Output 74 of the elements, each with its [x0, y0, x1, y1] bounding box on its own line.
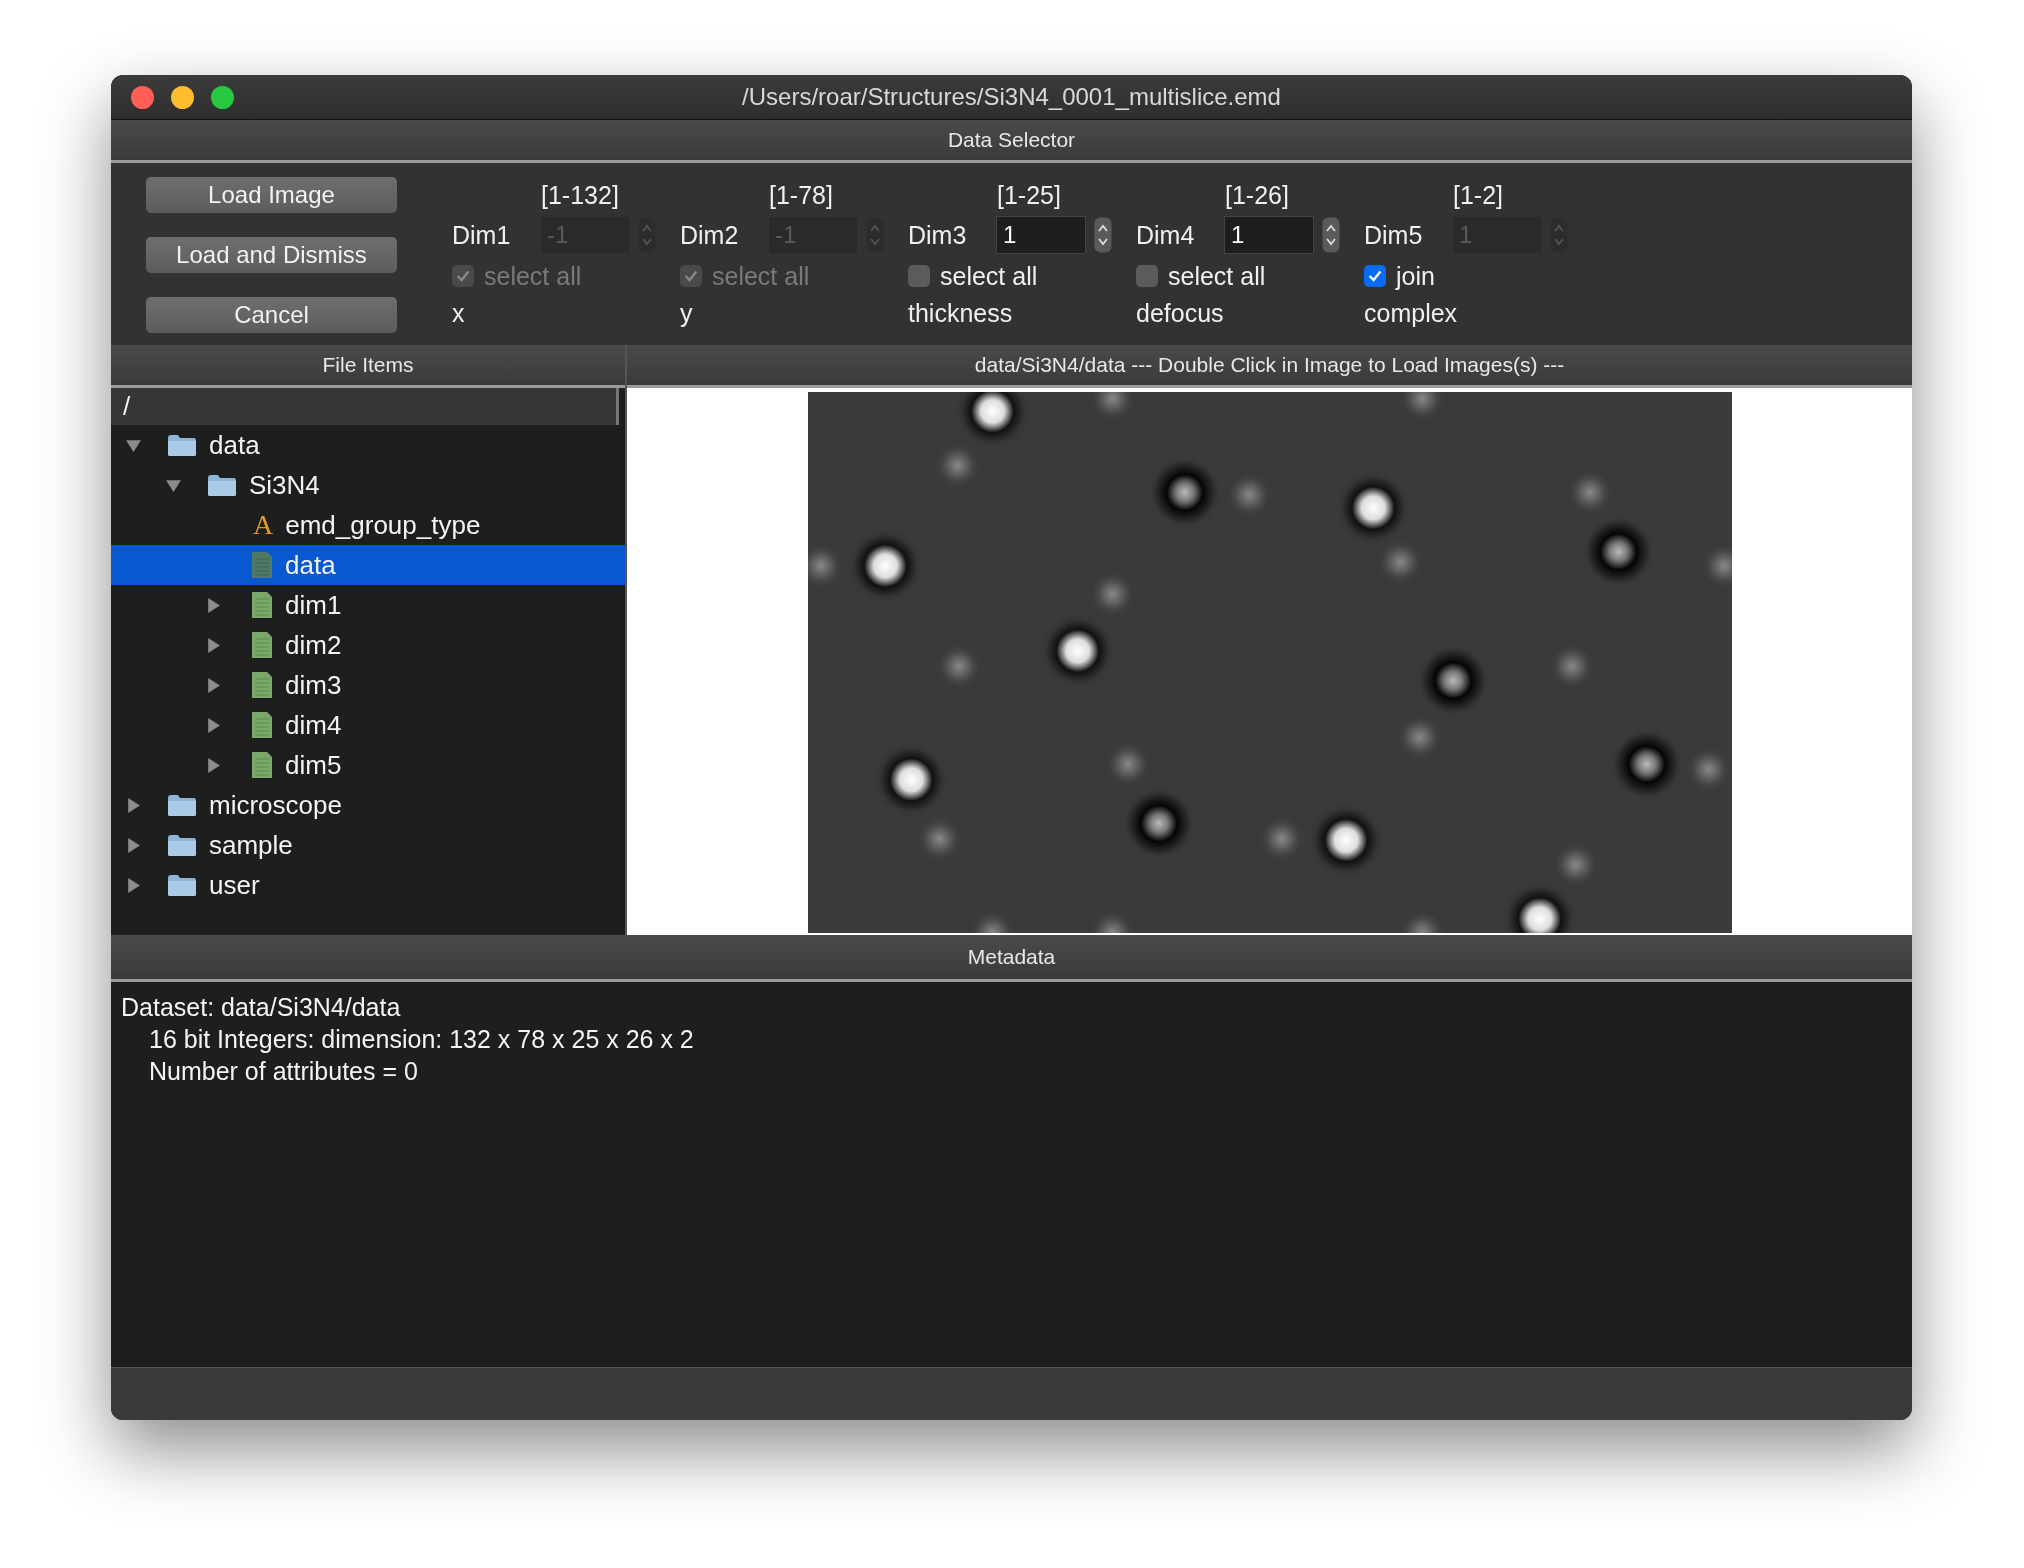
disclosure-triangle-icon[interactable]	[205, 716, 222, 734]
path-field[interactable]: /	[111, 388, 619, 425]
dim-label: Dim4	[1136, 220, 1196, 250]
document-icon	[251, 671, 273, 699]
action-button[interactable]: Cancel	[146, 297, 397, 333]
tree-item[interactable]: user	[111, 865, 625, 905]
dim-label: Dim5	[1364, 220, 1424, 250]
document-icon	[251, 551, 273, 579]
section-title: Metadata	[967, 945, 1056, 969]
section-title: Data Selector	[947, 128, 1076, 152]
tree-item[interactable]: Si3N4	[111, 465, 625, 505]
letter-icon: A	[253, 511, 274, 539]
window-title: /Users/roar/Structures/Si3N4_0001_multislice.emd	[742, 83, 1281, 111]
range-label: [1-132]	[541, 179, 620, 211]
checkbox[interactable]	[1136, 265, 1158, 287]
dim-caption: y	[680, 297, 694, 329]
dim-caption: complex	[1364, 297, 1459, 329]
tree-item[interactable]: microscope	[111, 785, 625, 825]
disclosure-triangle-icon[interactable]	[125, 836, 142, 854]
zoom-button[interactable]	[211, 85, 234, 109]
disclosure-triangle-icon[interactable]	[205, 596, 222, 614]
checkbox-label: select all	[712, 261, 810, 291]
action-button[interactable]: Load Image	[146, 177, 397, 213]
checkbox-label: select all	[1168, 261, 1266, 291]
metadata-line: Dataset: data/Si3N4/data	[121, 992, 402, 1022]
tree-item[interactable]: dim1	[111, 585, 625, 625]
tree-item[interactable]: dim5	[111, 745, 625, 785]
document-icon	[251, 631, 273, 659]
tree-item[interactable]: data	[111, 545, 625, 585]
document-icon	[251, 711, 273, 739]
dim-label: Dim1	[452, 220, 512, 250]
panel-title: File Items	[322, 353, 414, 377]
action-button[interactable]: Load and Dismiss	[146, 237, 397, 273]
dim-label: Dim2	[680, 220, 740, 250]
checkbox-label: select all	[484, 261, 582, 291]
document-icon	[251, 591, 273, 619]
panel-title: data/Si3N4/data --- Double Click in Image to Load Images(s) ---	[974, 353, 1565, 377]
minimize-button[interactable]	[171, 85, 194, 109]
disclosure-triangle-icon[interactable]	[205, 676, 222, 694]
index-field[interactable]: 1	[1224, 216, 1314, 254]
checkbox-label: select all	[940, 261, 1038, 291]
disclosure-triangle-icon[interactable]	[205, 756, 222, 774]
tree-item[interactable]: dim4	[111, 705, 625, 745]
folder-icon	[167, 433, 197, 457]
range-label: [1-26]	[1225, 179, 1290, 211]
range-label: [1-25]	[997, 179, 1062, 211]
micrograph-drawing[interactable]	[807, 392, 1732, 933]
tree-item[interactable]: sample	[111, 825, 625, 865]
tree-item[interactable]: A emd_group_type	[111, 505, 625, 545]
dim-caption: x	[452, 297, 466, 329]
dim-caption: thickness	[908, 297, 1014, 329]
checkbox-label: join	[1396, 261, 1435, 291]
range-label: [1-2]	[1453, 179, 1505, 211]
folder-icon	[167, 833, 197, 857]
folder-icon	[167, 873, 197, 897]
checkbox[interactable]	[908, 265, 930, 287]
disclosure-triangle-icon[interactable]	[125, 796, 142, 814]
stepper-control[interactable]	[1322, 217, 1340, 253]
metadata-line: Number of attributes = 0	[148, 1056, 419, 1086]
folder-icon	[207, 473, 237, 497]
stepper-control[interactable]	[1094, 217, 1112, 253]
dim-caption: defocus	[1136, 297, 1225, 329]
folder-icon	[167, 793, 197, 817]
disclosure-triangle-icon[interactable]	[125, 876, 142, 894]
tree-item[interactable]: dim3	[111, 665, 625, 705]
tree-item[interactable]: dim2	[111, 625, 625, 665]
range-label: [1-78]	[769, 179, 834, 211]
tree-item[interactable]: data	[111, 425, 625, 465]
index-field[interactable]: 1	[996, 216, 1086, 254]
disclosure-triangle-icon[interactable]	[205, 636, 222, 654]
metadata-line: 16 bit Integers: dimension: 132 x 78 x 25 x 26 x 2	[148, 1024, 695, 1054]
document-icon	[251, 751, 273, 779]
dim-label: Dim3	[908, 220, 968, 250]
close-button[interactable]	[131, 85, 154, 109]
